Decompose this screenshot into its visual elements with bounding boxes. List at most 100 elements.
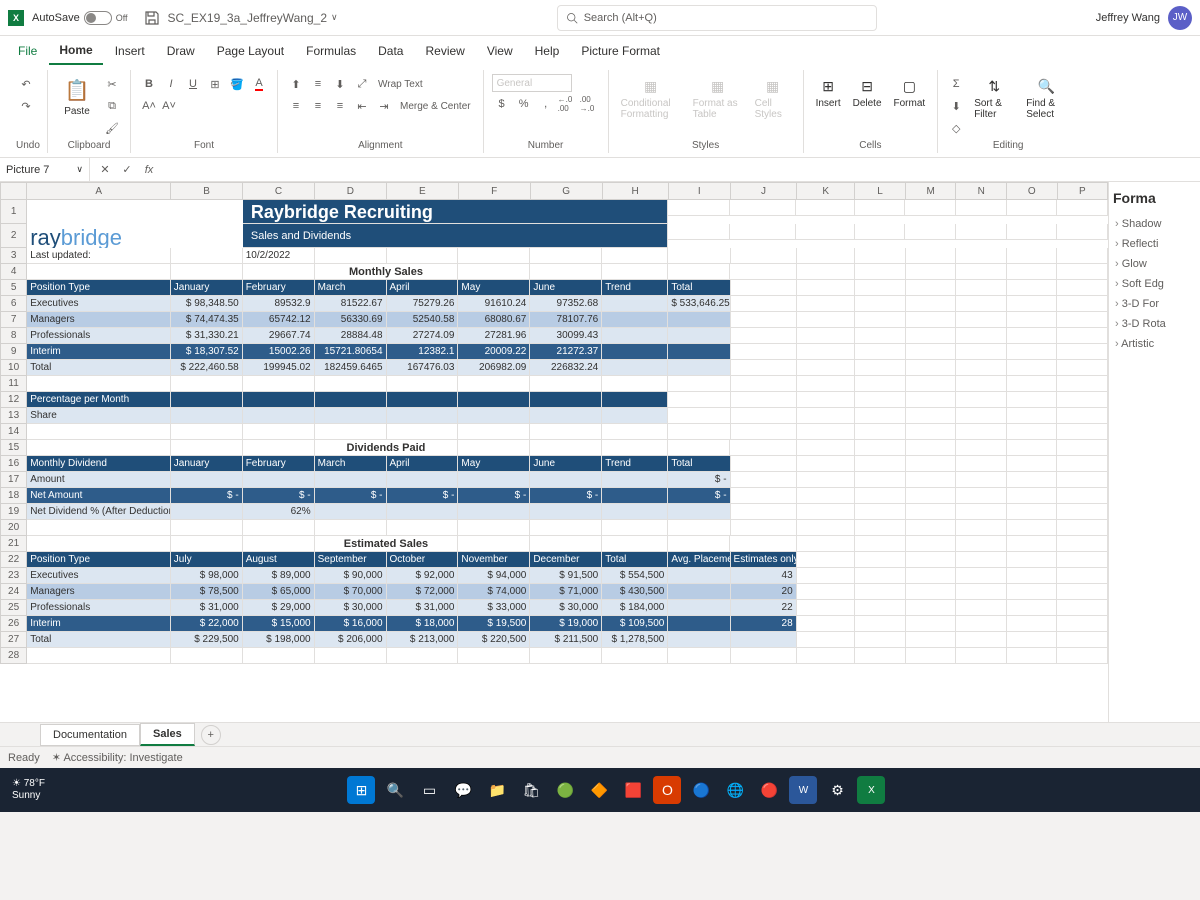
percent-button[interactable]: % [514,94,534,114]
cell-styles-button[interactable]: ▦Cell Styles [751,74,795,122]
sheet-tab-bar: DocumentationSales + [0,722,1200,746]
fill-icon[interactable]: ⬇ [946,96,966,116]
conditional-formatting-button[interactable]: ▦Conditional Formatting [617,74,685,122]
inc-decimal-icon[interactable]: ←.0 .00 [558,94,578,114]
wrap-text-button[interactable]: Wrap Text [374,74,427,94]
explorer-icon[interactable]: 📁 [483,776,511,804]
name-box[interactable]: Picture 7∨ [0,158,90,181]
status-bar: Ready ✶ Accessibility: Investigate [0,746,1200,768]
ribbon-tabs: FileHomeInsertDrawPage LayoutFormulasDat… [0,36,1200,66]
filename[interactable]: SC_EX19_3a_JeffreyWang_2∨ [168,11,338,25]
tab-data[interactable]: Data [368,38,413,64]
sheet-tab-documentation[interactable]: Documentation [40,724,140,746]
font-decrease-icon[interactable]: A˅ [159,96,179,116]
indent-inc-icon[interactable]: ⇥ [374,96,394,116]
worksheet-grid[interactable]: ABCDEFGHIJKLMNOP1Raybridge Recruiting2ra… [0,182,1108,722]
effect-reflecti[interactable]: Reflecti [1113,234,1196,254]
effect-3-d for[interactable]: 3-D For [1113,294,1196,314]
enter-formula-icon[interactable]: ✓ [118,161,136,179]
save-icon[interactable] [144,10,160,26]
effect-shadow[interactable]: Shadow [1113,214,1196,234]
app-icon-1[interactable]: 🟢 [551,776,579,804]
format-as-table-button[interactable]: ▦Format as Table [689,74,747,122]
tab-view[interactable]: View [477,38,523,64]
sort-filter-button[interactable]: ⇅Sort & Filter [970,74,1018,122]
format-cells-button[interactable]: ▢Format [890,74,930,111]
find-select-button[interactable]: 🔍Find & Select [1022,74,1070,122]
italic-button[interactable]: I [161,74,181,94]
merge-button[interactable]: Merge & Center [396,96,475,116]
undo-button[interactable]: ↶ [16,74,36,94]
start-icon[interactable]: ⊞ [347,776,375,804]
tab-home[interactable]: Home [49,37,102,65]
tab-file[interactable]: File [8,38,47,64]
user-account[interactable]: Jeffrey Wang JW [1096,6,1192,30]
weather-widget[interactable]: ☀ 78°F Sunny [12,778,45,802]
tab-formulas[interactable]: Formulas [296,38,366,64]
currency-button[interactable]: $ [492,94,512,114]
task-search-icon[interactable]: 🔍 [381,776,409,804]
effect-artistic[interactable]: Artistic [1113,334,1196,354]
tab-insert[interactable]: Insert [105,38,155,64]
format-picture-pane: Forma ShadowReflectiGlowSoft Edg3-D For3… [1108,182,1200,722]
store-icon[interactable]: 🛍 [517,776,545,804]
copy-icon[interactable]: ⧉ [102,96,122,116]
chat-icon[interactable]: 💬 [449,776,477,804]
autosave-toggle[interactable]: AutoSave Off [32,11,128,25]
border-button[interactable]: ⊞ [205,74,225,94]
dec-decimal-icon[interactable]: .00 →.0 [580,94,600,114]
format-painter-icon[interactable]: 🖌 [102,118,122,138]
align-left-icon[interactable]: ≡ [286,96,306,116]
autosum-icon[interactable]: Σ [946,74,966,94]
cancel-formula-icon[interactable]: ✕ [96,161,114,179]
tab-draw[interactable]: Draw [157,38,205,64]
app-icon-4[interactable]: 🔵 [687,776,715,804]
font-increase-icon[interactable]: A˄ [139,96,159,116]
chrome-icon[interactable]: 🔴 [755,776,783,804]
status-ready: Ready [8,752,40,764]
comma-button[interactable]: , [536,94,556,114]
taskbar-excel-icon[interactable]: X [857,776,885,804]
effect-3-d rota[interactable]: 3-D Rota [1113,314,1196,334]
clear-icon[interactable]: ◇ [946,118,966,138]
paste-button[interactable]: 📋Paste [56,74,98,119]
insert-cells-button[interactable]: ⊞Insert [812,74,845,111]
accessibility-status[interactable]: ✶ Accessibility: Investigate [52,751,183,764]
worksheet-area: ABCDEFGHIJKLMNOP1Raybridge Recruiting2ra… [0,182,1200,722]
task-view-icon[interactable]: ▭ [415,776,443,804]
align-right-icon[interactable]: ≡ [330,96,350,116]
orientation-icon[interactable]: ⤢ [352,74,372,94]
align-top-icon[interactable]: ⬆ [286,74,306,94]
align-center-icon[interactable]: ≡ [308,96,328,116]
fx-icon[interactable]: fx [140,161,158,179]
title-bar: X AutoSave Off SC_EX19_3a_JeffreyWang_2∨… [0,0,1200,36]
tab-review[interactable]: Review [415,38,474,64]
indent-dec-icon[interactable]: ⇤ [352,96,372,116]
tab-page-layout[interactable]: Page Layout [207,38,294,64]
sheet-tab-sales[interactable]: Sales [140,723,195,746]
delete-cells-button[interactable]: ⊟Delete [849,74,886,111]
app-icon-3[interactable]: 🟥 [619,776,647,804]
search-input[interactable]: Search (Alt+Q) [557,5,877,31]
align-bottom-icon[interactable]: ⬇ [330,74,350,94]
cut-icon[interactable]: ✂ [102,74,122,94]
edge-icon[interactable]: 🌐 [721,776,749,804]
font-color-button[interactable]: A [249,74,269,94]
effect-soft edg[interactable]: Soft Edg [1113,274,1196,294]
redo-button[interactable]: ↷ [16,96,36,116]
office-icon[interactable]: O [653,776,681,804]
bold-button[interactable]: B [139,74,159,94]
underline-button[interactable]: U [183,74,203,94]
settings-icon[interactable]: ⚙ [823,776,851,804]
add-sheet-button[interactable]: + [201,725,221,745]
align-middle-icon[interactable]: ≡ [308,74,328,94]
toggle-icon[interactable] [84,11,112,25]
effect-glow[interactable]: Glow [1113,254,1196,274]
avatar[interactable]: JW [1168,6,1192,30]
number-format-select[interactable]: General [492,74,572,92]
app-icon-2[interactable]: 🔶 [585,776,613,804]
tab-help[interactable]: Help [525,38,570,64]
fill-color-button[interactable]: 🪣 [227,74,247,94]
tab-picture-format[interactable]: Picture Format [571,38,670,64]
word-icon[interactable]: W [789,776,817,804]
